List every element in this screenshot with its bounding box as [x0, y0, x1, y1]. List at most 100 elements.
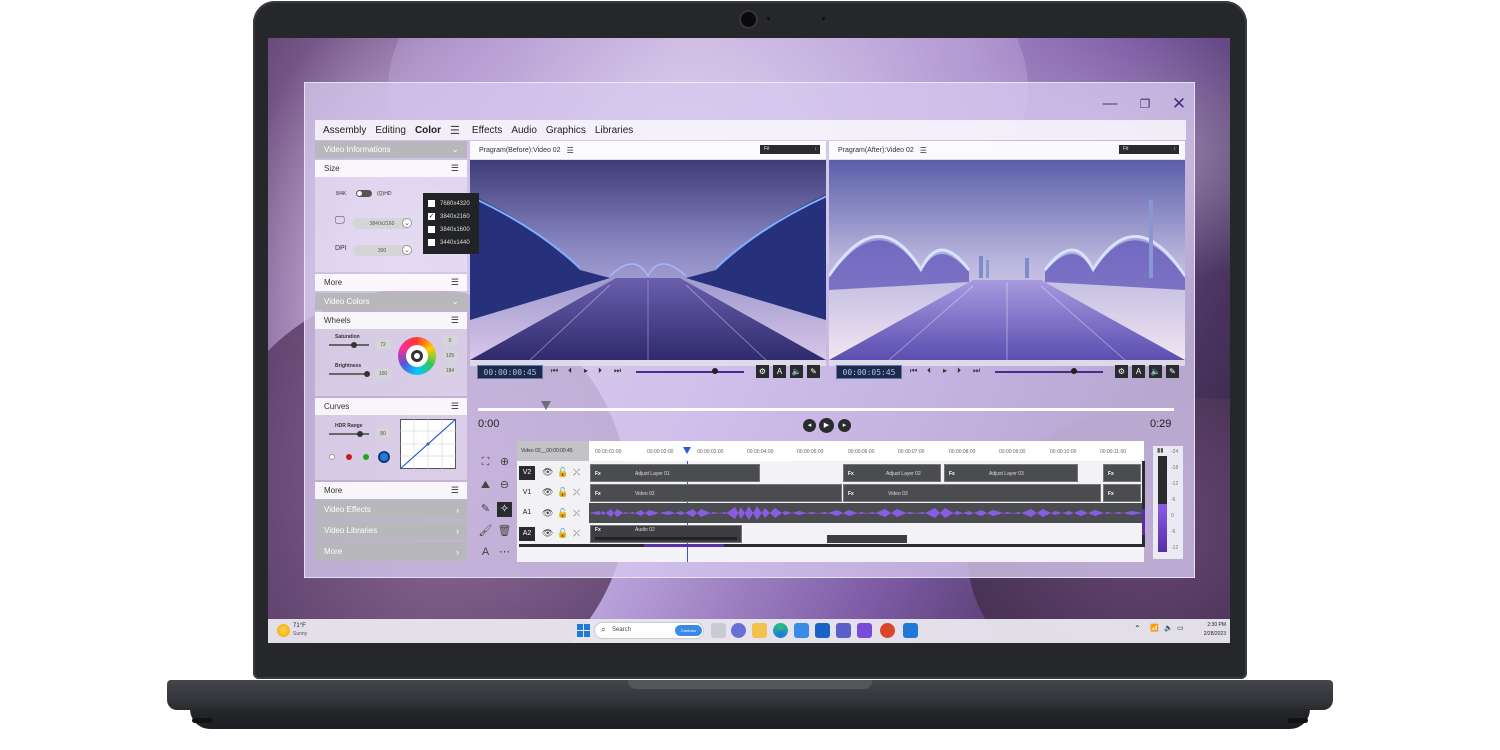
timeline-playhead[interactable] [683, 447, 691, 454]
clip-video-02[interactable]: Fx Video 02 [590, 484, 842, 502]
chevron-down-icon[interactable]: ⌄ [402, 218, 412, 228]
select-icon[interactable]: ⛶ [478, 455, 493, 470]
chevron-down-icon[interactable]: ⌄ [402, 245, 412, 255]
volume-slider[interactable] [636, 371, 744, 373]
lock-icon[interactable]: 🔓 [557, 508, 568, 519]
fit-select[interactable]: Fit ↕ [760, 145, 820, 154]
task-view-icon[interactable] [711, 623, 726, 638]
clip-adjust-layer-02[interactable]: Fx Adjust Layer 02 [843, 464, 941, 482]
hamburger-icon[interactable]: ☰ [567, 146, 574, 155]
fit-select[interactable]: Fit ↕ [1119, 145, 1179, 154]
section-video-effects[interactable]: Video Effects › [315, 500, 467, 519]
more-icon[interactable]: ⋯ [497, 545, 512, 560]
edit-icon[interactable]: ✎ [807, 365, 820, 378]
track-label[interactable]: A2 [519, 527, 535, 541]
volume-knob[interactable] [712, 368, 718, 374]
section-video-colors[interactable]: Video Colors ⌄ [315, 293, 467, 310]
brightness-slider[interactable] [329, 373, 369, 375]
section-more[interactable]: More › [315, 542, 467, 561]
edge-icon[interactable] [773, 623, 788, 638]
timeline-vscroll-thumb[interactable] [1142, 509, 1145, 535]
step-forward-icon[interactable]: ⏵ [598, 366, 602, 376]
crop-icon[interactable]: ⛰ [478, 478, 493, 493]
pen-icon[interactable]: ✎ [478, 502, 493, 517]
checkbox[interactable] [428, 239, 435, 246]
step-back-icon[interactable]: ⏴ [568, 366, 572, 376]
checkbox-checked[interactable]: ✓ [428, 213, 435, 220]
resolution-option[interactable]: 7680x4320 [428, 197, 474, 210]
mute-icon[interactable]: ⤬ [573, 467, 580, 478]
weather-icon[interactable] [277, 624, 290, 637]
skip-start-icon[interactable]: ⏮ [910, 366, 917, 376]
hamburger-icon[interactable]: ☰ [450, 124, 460, 137]
eye-icon[interactable]: 👁 [542, 508, 553, 519]
eye-icon[interactable]: 👁 [542, 467, 553, 478]
eye-icon[interactable]: 👁 [542, 487, 553, 498]
menu-effects[interactable]: Effects [472, 125, 502, 136]
wifi-icon[interactable]: 📶 [1150, 624, 1159, 632]
magic-wand-icon[interactable]: ✧ [497, 502, 512, 517]
curve-graph[interactable] [400, 419, 456, 469]
timecode-display[interactable]: 00:00:00:45 [477, 365, 543, 379]
audio-waveform-a1[interactable] [589, 503, 1144, 523]
settings-icon[interactable]: ⚙ [1115, 365, 1128, 378]
checkbox[interactable] [428, 226, 435, 233]
menu-audio[interactable]: Audio [511, 125, 537, 136]
mute-icon[interactable]: ⤬ [573, 487, 580, 498]
close-icon[interactable]: ✕ [1168, 93, 1190, 115]
outlook-icon[interactable] [815, 623, 830, 638]
section-video-libraries[interactable]: Video Libraries › [315, 521, 467, 540]
search-input[interactable]: ⌕ Search Contoso [594, 622, 704, 639]
contoso-badge[interactable]: Contoso [675, 625, 702, 636]
menu-assembly[interactable]: Assembly [323, 125, 366, 136]
start-icon[interactable] [577, 624, 590, 637]
hdr-range-slider[interactable] [329, 433, 369, 435]
hamburger-icon[interactable]: ☰ [451, 163, 459, 174]
resolution-option[interactable]: 3440x1440 [428, 236, 474, 249]
battery-icon[interactable]: ▭ [1177, 624, 1184, 632]
zoom-out-icon[interactable]: ⊖ [497, 478, 512, 493]
saturation-knob[interactable] [351, 342, 357, 348]
video-preview-before[interactable] [470, 160, 826, 360]
color-wheel[interactable] [398, 337, 436, 375]
clip-audio-segment[interactable] [827, 535, 907, 543]
text-icon[interactable]: A [773, 365, 786, 378]
trash-icon[interactable]: 🗑 [497, 524, 512, 539]
skip-end-icon[interactable]: ⏭ [614, 366, 621, 376]
panel-wheels-header[interactable]: Wheels ☰ [315, 312, 467, 329]
resolution-toggle[interactable] [356, 190, 372, 197]
hamburger-icon[interactable]: ☰ [451, 277, 459, 288]
forward-icon[interactable]: ▸ [838, 419, 851, 432]
skip-end-icon[interactable]: ⏭ [973, 366, 980, 376]
menu-graphics[interactable]: Graphics [546, 125, 586, 136]
menu-editing[interactable]: Editing [375, 125, 406, 136]
play-button[interactable]: ▶ [819, 418, 834, 433]
saturation-value[interactable]: 72 [375, 339, 391, 350]
timeline-scroll-thumb[interactable] [644, 544, 724, 547]
curve-channel-green[interactable] [363, 454, 369, 460]
clip-fx[interactable]: Fx [1103, 464, 1141, 482]
timeline-ruler[interactable]: 00:00:01:00 00:00:02:00 00:00:03:00 00:0… [589, 441, 1144, 461]
clock-date[interactable]: 2/28/2023 [1194, 631, 1226, 637]
settings-icon[interactable]: ⚙ [756, 365, 769, 378]
section-video-informations[interactable]: Video Informations ⌄ [315, 141, 467, 158]
track-label[interactable]: V1 [519, 486, 535, 500]
brush-icon[interactable]: 🖌 [478, 524, 493, 539]
timecode-display[interactable]: 00:00:05:45 [836, 365, 902, 379]
playback-scrubber[interactable] [478, 408, 1174, 411]
mute-icon[interactable]: ⤬ [573, 508, 580, 519]
lock-icon[interactable]: 🔓 [557, 528, 568, 539]
rewind-icon[interactable]: ◂ [803, 419, 816, 432]
minimize-icon[interactable]: — [1099, 93, 1121, 115]
brightness-knob[interactable] [364, 371, 370, 377]
clip-adjust-layer-03[interactable]: Fx Adjust Layer 03 [944, 464, 1078, 482]
hamburger-icon[interactable]: ☰ [920, 146, 927, 155]
wheel-value[interactable]: 125 [442, 350, 458, 361]
more-button[interactable]: More ☰ [315, 274, 467, 291]
hdr-range-value[interactable]: 80 [375, 428, 391, 439]
mute-icon[interactable]: ⤬ [573, 528, 580, 539]
track-label[interactable]: V2 [519, 466, 535, 480]
speaker-icon[interactable]: 🔈 [1149, 365, 1162, 378]
step-forward-icon[interactable]: ⏵ [957, 366, 961, 376]
resolution-option[interactable]: ✓ 3840x2160 [428, 210, 474, 223]
